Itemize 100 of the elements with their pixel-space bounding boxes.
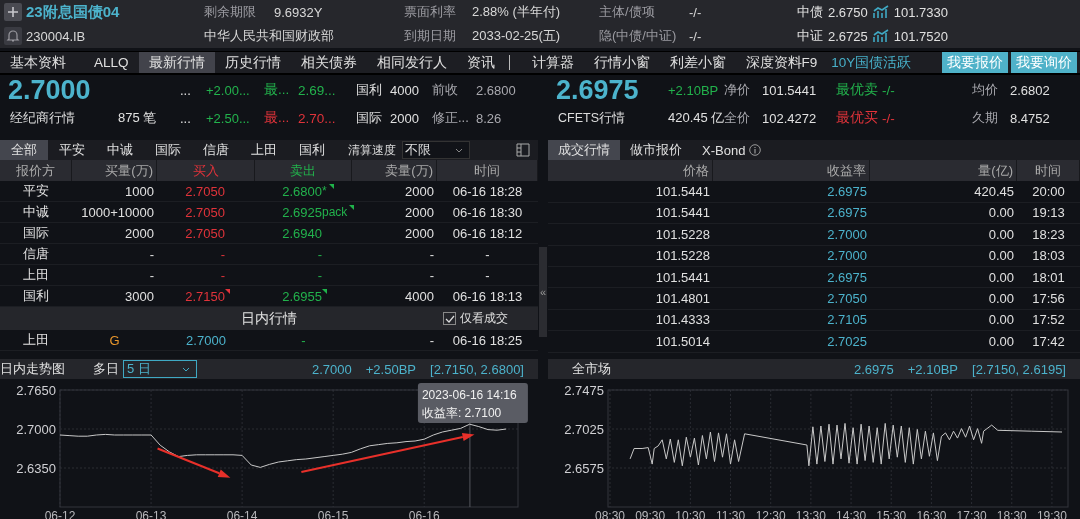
best-quote-value: 2.70... [298,110,337,126]
issuer-name: 中华人民共和国财政部 [204,27,335,45]
table-cell: 101.5441 [548,266,713,289]
best-quote-value: 2.69... [298,82,337,98]
column-header: 买入 [157,160,255,181]
yield-change: +2.50... [206,110,251,126]
trade-count: 875 笔 [118,109,158,127]
tooltip-text: 收益率: 2.7100 [421,406,502,420]
broker-yield: 2.7000 [8,74,92,106]
nav-tab[interactable]: 历史行情 [214,52,291,73]
table-cell: 06-16 18:28 [437,181,538,202]
table-cell: 19:13 [1017,202,1080,225]
table-cell: 2000 [352,223,437,244]
broker-tab[interactable]: 上田 [240,140,288,160]
field-value: 2.88% (半年付) [472,3,562,21]
quote-source-label: 经纪商行情 [9,109,76,127]
valuation-price: 101.7520 [893,28,948,44]
table-cell: 2.6975 [713,202,870,225]
table-cell: 1000 [72,181,157,202]
table-cell: 17:42 [1017,331,1080,353]
nav-tab[interactable]: 利差小窗 [659,52,736,73]
nav-tab[interactable]: 相关债券 [290,52,367,73]
table-cell: - [437,244,538,265]
stat-label: 修正... [432,109,470,127]
stat-label: 均价 [972,81,999,99]
more-indicator: ... [180,82,192,98]
broker-tab[interactable]: 平安 [48,140,96,160]
trade-tab[interactable]: 做市报价 [620,140,692,160]
trade-tab[interactable]: 成交行情 [548,140,620,160]
more-indicator: ... [180,110,192,126]
axis-tick-label: 2.7000 [16,422,56,437]
range-dropdown[interactable]: 5 日 [123,360,197,378]
checkbox[interactable] [443,312,456,325]
trade-tab[interactable]: X-Bond [692,140,772,160]
table-cell: 2.7000 [713,245,870,267]
table-cell: 101.4333 [548,309,713,332]
best-quote-value: -/- [882,82,896,98]
table-cell: - [220,246,225,262]
table-cell: 101.4801 [548,288,713,310]
nav-tab[interactable]: 深度资料F9 [735,52,828,73]
bell-icon[interactable] [4,27,22,45]
best-quote-label: 最优买 [836,109,879,127]
broker-tab[interactable]: 国利 [288,140,336,160]
table-cell: 17:56 [1017,288,1080,310]
broker-name: 国利 [356,81,383,99]
trend-chart-icon[interactable] [872,29,889,43]
table-cell: 0.00 [870,266,1017,289]
table-cell: 18:03 [1017,245,1080,267]
table-cell: 101.5441 [548,202,713,225]
table-cell: 上田 [0,265,72,286]
table-cell: 06-16 18:30 [437,202,538,223]
table-cell: 20:00 [1017,181,1080,203]
nav-tab[interactable]: 相同发行人 [366,52,457,73]
table-cell: 2000 [352,202,437,223]
nav-link[interactable]: 10Y国债活跃 [827,52,916,73]
nav-tab[interactable]: 最新行情 [138,52,215,73]
nav-tab[interactable]: 计算器 [521,52,584,73]
nav-tab[interactable]: 基本资料 [0,52,76,73]
stat-value: 8.26 [476,110,503,126]
table-cell: 2000 [352,181,437,202]
table-cell: 101.5441 [548,181,713,203]
collapse-handle[interactable]: « [539,247,547,337]
table-cell: 06-16 18:25 [437,330,538,351]
nav-tab[interactable]: 行情小窗 [583,52,660,73]
broker-volume: 4000 [390,82,420,98]
axis-tick-label: 2.6575 [564,461,604,476]
table-cell: 信唐 [0,244,72,265]
broker-name: 国际 [356,109,383,127]
broker-tab[interactable]: 全部 [0,140,48,160]
table-cell: 2.7000 [713,224,870,246]
broker-tab[interactable]: 中诚 [96,140,144,160]
table-cell: 0.00 [870,202,1017,225]
trend-chart-icon[interactable] [872,5,889,19]
price-value: 102.4272 [762,110,818,126]
table-cell: - [352,244,437,265]
mode-label: 多日 [93,360,119,378]
column-header: 卖出 [255,160,352,181]
table-cell: 2.7050 [713,288,870,310]
table-cell: 101.5228 [548,224,713,246]
table-cell: 2.6955 [282,288,322,304]
nav-tab[interactable]: ALLQ [84,52,139,73]
field-label: 票面利率 [404,3,457,21]
table-cell: 06-16 18:12 [437,223,538,244]
table-cell: 2.7105 [713,309,870,332]
stat-value: 2.6800 [476,82,517,98]
clear-speed-dropdown[interactable]: 不限 [402,141,470,159]
field-label: 剩余期限 [204,3,257,21]
axis-tick-label: 2.7475 [564,383,604,398]
table-cell: 上田 [0,330,72,351]
layout-icon[interactable] [516,143,530,157]
add-icon[interactable] [4,3,22,21]
broker-tab[interactable]: 信唐 [192,140,240,160]
axis-tick-label: 2.7650 [16,383,56,398]
field-label: 到期日期 [404,27,457,45]
table-cell: 2.6800 [282,183,322,199]
table-cell: 2.7050 [185,225,225,241]
broker-tab[interactable]: 国际 [144,140,192,160]
trade-volume: 420.45 亿 [668,109,724,127]
nav-tab[interactable]: 资讯 [456,52,505,73]
stat-value: 2.6802 [1010,82,1051,98]
